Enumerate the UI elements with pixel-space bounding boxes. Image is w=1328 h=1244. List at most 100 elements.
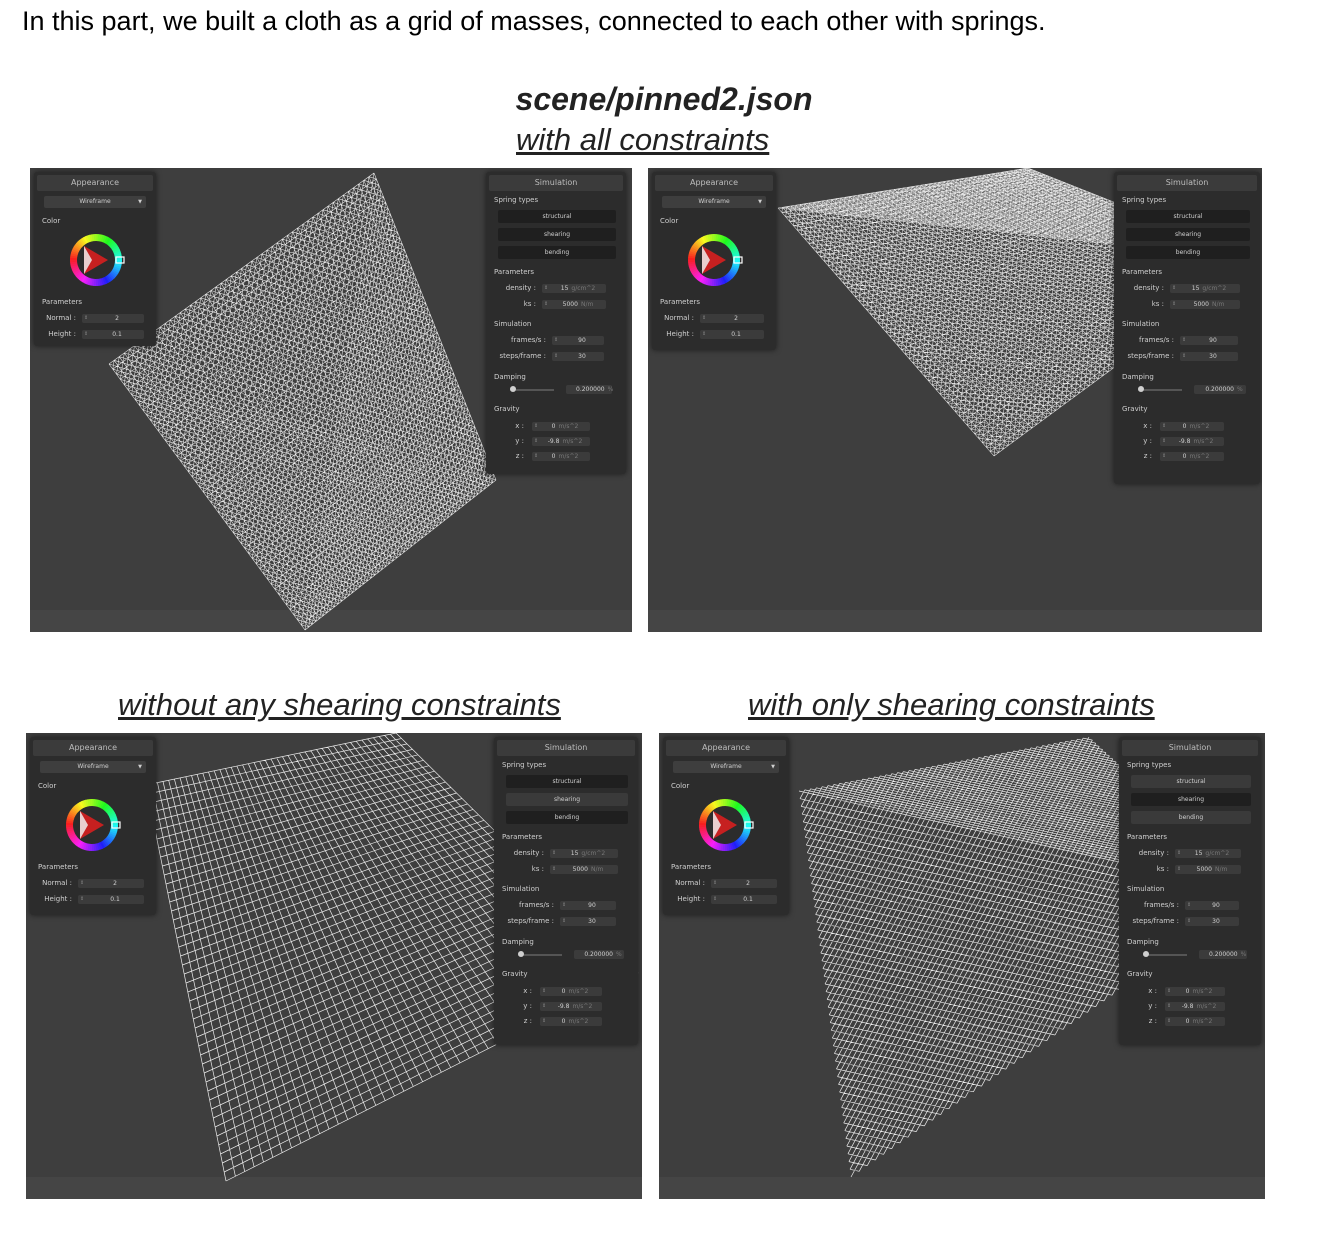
spinner-icon[interactable]: ⇕ <box>552 849 556 858</box>
height-field[interactable]: ⇕ 0.1 <box>82 330 144 339</box>
spinner-icon[interactable]: ⇕ <box>84 330 88 339</box>
spinner-icon[interactable]: ⇕ <box>554 352 558 361</box>
steps-field[interactable]: ⇕ 30 <box>552 352 604 361</box>
shearing-toggle[interactable]: shearing <box>1126 228 1250 241</box>
spinner-icon[interactable]: ⇕ <box>80 879 84 888</box>
gravity-z-field[interactable]: ⇕ 0 m/s^2 <box>1165 1017 1225 1026</box>
shearing-toggle[interactable]: shearing <box>498 228 616 241</box>
slider-knob[interactable] <box>518 951 524 957</box>
gravity-z-field[interactable]: ⇕ 0 m/s^2 <box>532 452 590 461</box>
spinner-icon[interactable]: ⇕ <box>1167 1002 1171 1011</box>
structural-toggle[interactable]: structural <box>1131 775 1251 788</box>
spinner-icon[interactable]: ⇕ <box>1177 849 1181 858</box>
density-field[interactable]: ⇕ 15 g/cm^2 <box>1175 849 1241 858</box>
spinner-icon[interactable]: ⇕ <box>544 300 548 309</box>
spinner-icon[interactable]: ⇕ <box>80 895 84 904</box>
spinner-icon[interactable]: ⇕ <box>1167 987 1171 996</box>
spinner-icon[interactable]: ⇕ <box>1182 336 1186 345</box>
structural-toggle[interactable]: structural <box>506 775 628 788</box>
gravity-x-field[interactable]: ⇕ 0 m/s^2 <box>1160 422 1224 431</box>
fps-field[interactable]: ⇕ 90 <box>1180 336 1238 345</box>
fps-field[interactable]: ⇕ 90 <box>1185 901 1239 910</box>
ks-field[interactable]: ⇕ 5000 N/m <box>1170 300 1240 309</box>
gravity-y-field[interactable]: ⇕ -9.8 m/s^2 <box>1165 1002 1225 1011</box>
spinner-icon[interactable]: ⇕ <box>1187 901 1191 910</box>
density-field[interactable]: ⇕ 15 g/cm^2 <box>1170 284 1240 293</box>
spinner-icon[interactable]: ⇕ <box>542 987 546 996</box>
gravity-z-field[interactable]: ⇕ 0 m/s^2 <box>540 1017 602 1026</box>
spinner-icon[interactable]: ⇕ <box>1162 437 1166 446</box>
spinner-icon[interactable]: ⇕ <box>1167 1017 1171 1026</box>
damping-field[interactable]: 0.200000% <box>1199 950 1247 959</box>
spinner-icon[interactable]: ⇕ <box>1182 352 1186 361</box>
spinner-icon[interactable]: ⇕ <box>542 1002 546 1011</box>
appearance-title[interactable]: Appearance <box>37 175 153 191</box>
structural-toggle[interactable]: structural <box>498 210 616 223</box>
normal-field[interactable]: ⇕ 2 <box>700 314 764 323</box>
damping-slider[interactable] <box>510 386 554 392</box>
appearance-title[interactable]: Appearance <box>666 740 786 756</box>
damping-field[interactable]: 0.200000% <box>566 385 613 394</box>
damping-field[interactable]: 0.200000% <box>574 950 624 959</box>
shader-dropdown[interactable]: Wireframe ▼ <box>662 196 766 208</box>
fps-field[interactable]: ⇕ 90 <box>560 901 616 910</box>
spinner-icon[interactable]: ⇕ <box>554 336 558 345</box>
spinner-icon[interactable]: ⇕ <box>552 865 556 874</box>
damping-slider[interactable] <box>518 951 562 957</box>
simulation-title[interactable]: Simulation <box>497 740 635 756</box>
slider-knob[interactable] <box>1138 386 1144 392</box>
spinner-icon[interactable]: ⇕ <box>713 895 717 904</box>
spinner-icon[interactable]: ⇕ <box>702 330 706 339</box>
gravity-z-field[interactable]: ⇕ 0 m/s^2 <box>1160 452 1224 461</box>
color-wheel[interactable] <box>684 230 744 290</box>
steps-field[interactable]: ⇕ 30 <box>1180 352 1238 361</box>
spinner-icon[interactable]: ⇕ <box>562 901 566 910</box>
shearing-toggle[interactable]: shearing <box>1131 793 1251 806</box>
gravity-y-field[interactable]: ⇕ -9.8 m/s^2 <box>1160 437 1224 446</box>
gravity-x-field[interactable]: ⇕ 0 m/s^2 <box>532 422 590 431</box>
shader-dropdown[interactable]: Wireframe ▼ <box>44 196 146 208</box>
appearance-title[interactable]: Appearance <box>655 175 773 191</box>
spinner-icon[interactable]: ⇕ <box>534 452 538 461</box>
appearance-title[interactable]: Appearance <box>33 740 153 756</box>
color-wheel[interactable] <box>66 230 126 290</box>
color-wheel[interactable] <box>695 795 755 855</box>
density-field[interactable]: ⇕ 15 g/cm^2 <box>550 849 618 858</box>
spinner-icon[interactable]: ⇕ <box>1177 865 1181 874</box>
bending-toggle[interactable]: bending <box>1131 811 1251 824</box>
simulation-title[interactable]: Simulation <box>1117 175 1257 191</box>
normal-field[interactable]: ⇕ 2 <box>78 879 144 888</box>
structural-toggle[interactable]: structural <box>1126 210 1250 223</box>
ks-field[interactable]: ⇕ 5000 N/m <box>542 300 606 309</box>
spinner-icon[interactable]: ⇕ <box>534 437 538 446</box>
spinner-icon[interactable]: ⇕ <box>1162 452 1166 461</box>
fps-field[interactable]: ⇕ 90 <box>552 336 604 345</box>
damping-slider[interactable] <box>1138 386 1182 392</box>
shader-dropdown[interactable]: Wireframe ▼ <box>40 761 146 773</box>
gravity-y-field[interactable]: ⇕ -9.8 m/s^2 <box>532 437 590 446</box>
height-field[interactable]: ⇕ 0.1 <box>711 895 777 904</box>
spinner-icon[interactable]: ⇕ <box>713 879 717 888</box>
spinner-icon[interactable]: ⇕ <box>562 917 566 926</box>
height-field[interactable]: ⇕ 0.1 <box>700 330 764 339</box>
spinner-icon[interactable]: ⇕ <box>1172 284 1176 293</box>
color-wheel[interactable] <box>62 795 122 855</box>
ks-field[interactable]: ⇕ 5000 N/m <box>1175 865 1241 874</box>
gravity-x-field[interactable]: ⇕ 0 m/s^2 <box>540 987 602 996</box>
spinner-icon[interactable]: ⇕ <box>1162 422 1166 431</box>
height-field[interactable]: ⇕ 0.1 <box>78 895 144 904</box>
steps-field[interactable]: ⇕ 30 <box>1185 917 1239 926</box>
normal-field[interactable]: ⇕ 2 <box>82 314 144 323</box>
bending-toggle[interactable]: bending <box>506 811 628 824</box>
ks-field[interactable]: ⇕ 5000 N/m <box>550 865 618 874</box>
spinner-icon[interactable]: ⇕ <box>542 1017 546 1026</box>
slider-knob[interactable] <box>510 386 516 392</box>
spinner-icon[interactable]: ⇕ <box>544 284 548 293</box>
gravity-x-field[interactable]: ⇕ 0 m/s^2 <box>1165 987 1225 996</box>
damping-field[interactable]: 0.200000% <box>1194 385 1246 394</box>
shearing-toggle[interactable]: shearing <box>506 793 628 806</box>
density-field[interactable]: ⇕ 15 g/cm^2 <box>542 284 606 293</box>
bending-toggle[interactable]: bending <box>1126 246 1250 259</box>
spinner-icon[interactable]: ⇕ <box>534 422 538 431</box>
spinner-icon[interactable]: ⇕ <box>1187 917 1191 926</box>
